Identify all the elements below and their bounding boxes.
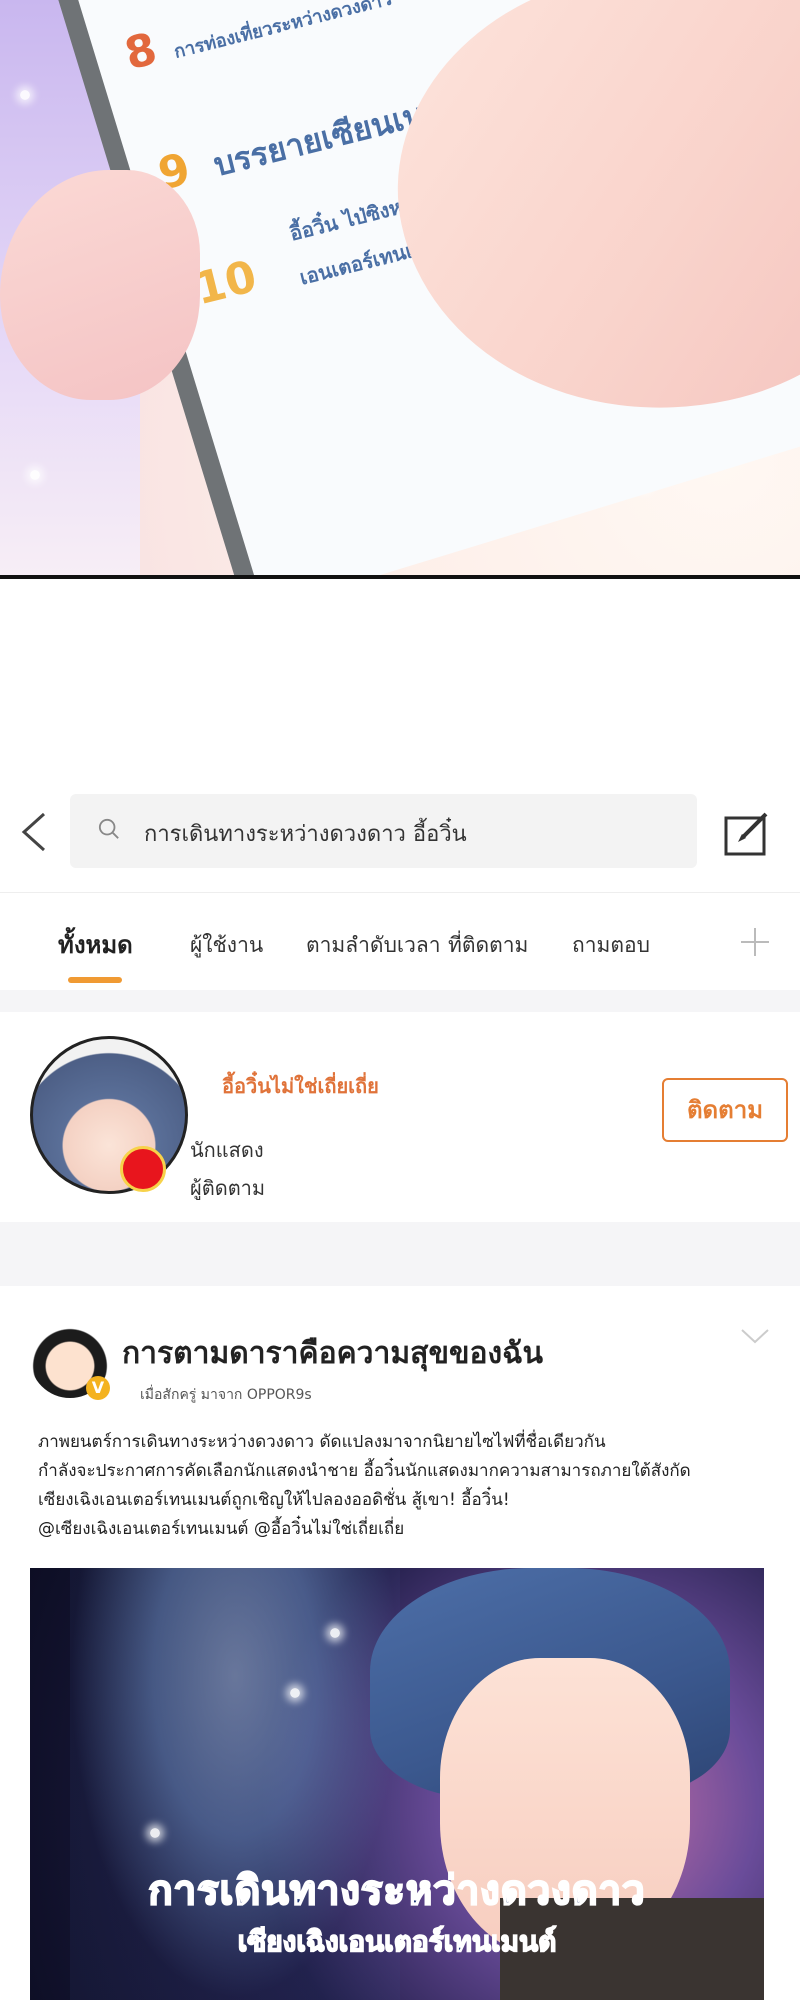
chevron-left-icon bbox=[21, 812, 46, 852]
post-meta: เมื่อสักครู่ มาจาก OPPOR9s bbox=[140, 1387, 312, 1403]
search-query-text: การเดินทางระหว่างดวงดาว อี้อวิ๋น bbox=[144, 822, 467, 847]
post-body-mentions[interactable]: @เซียงเฉิงเอนเตอร์เทนเมนต์ @อี้อวิ๋นไม่ใ… bbox=[38, 1515, 768, 1544]
post-image[interactable]: การเดินทางระหว่างดวงดาว เซียงเฉิงเอนเตอร… bbox=[30, 1568, 764, 2000]
tab-all[interactable]: ทั้งหมด bbox=[58, 925, 133, 964]
image-title: การเดินทางระหว่างดวงดาว bbox=[147, 1867, 646, 1915]
filter-tabs: ทั้งหมด ผู้ใช้งาน ตามลำดับเวลา ที่ติดตาม… bbox=[0, 893, 800, 989]
sparkle bbox=[20, 90, 30, 100]
search-header: การเดินทางระหว่างดวงดาว อี้อวิ๋น bbox=[0, 772, 800, 893]
post-author-name[interactable]: การตามดาราคือความสุขของฉัน bbox=[122, 1330, 543, 1377]
sparkle bbox=[330, 1628, 340, 1638]
search-input[interactable]: การเดินทางระหว่างดวงดาว อี้อวิ๋น bbox=[70, 794, 697, 868]
user-role: นักแสดง bbox=[190, 1138, 264, 1162]
post-body-line: ภาพยนตร์การเดินทางระหว่างดวงดาว ดัดแปลงม… bbox=[38, 1432, 606, 1452]
tab-users[interactable]: ผู้ใช้งาน bbox=[190, 929, 263, 962]
plus-icon bbox=[741, 928, 769, 956]
image-subtitle: เซียงเฉิงเอนเตอร์เทนเมนต์ bbox=[237, 1924, 557, 1959]
sparkle bbox=[290, 1688, 300, 1698]
badge-icon bbox=[120, 1146, 166, 1192]
user-followers-label: ผู้ติดตาม bbox=[190, 1176, 266, 1200]
follow-button[interactable]: ติดตาม bbox=[662, 1078, 788, 1142]
section-divider bbox=[0, 990, 800, 1012]
search-icon bbox=[98, 818, 119, 839]
verified-icon: V bbox=[86, 1376, 110, 1400]
post-body: ภาพยนตร์การเดินทางระหว่างดวงดาว ดัดแปลงม… bbox=[38, 1428, 768, 1544]
add-tab-button[interactable] bbox=[740, 913, 770, 967]
tab-qa[interactable]: ถามตอบ bbox=[572, 929, 650, 962]
active-tab-indicator bbox=[68, 977, 122, 983]
back-button[interactable] bbox=[18, 810, 58, 860]
post-options-button[interactable] bbox=[740, 1326, 770, 1356]
sparkle bbox=[30, 470, 40, 480]
section-divider bbox=[0, 1222, 800, 1286]
post-body-line: เซียงเฉิงเอนเตอร์เทนเมนต์ถูกเชิญให้ไปลอง… bbox=[38, 1490, 510, 1510]
edit-icon bbox=[724, 812, 768, 856]
comic-panel-top: 8 การท่องเที่ยวระหว่างดวงดาว 9 บรรยายเซี… bbox=[0, 0, 800, 575]
tab-chronological[interactable]: ตามลำดับเวลา bbox=[306, 929, 441, 962]
sparkle bbox=[150, 1828, 160, 1838]
user-result-card[interactable]: อี้อวิ๋นไม่ใช่เถี่ยเถี่ย นักแสดง ผู้ติดต… bbox=[0, 1012, 800, 1222]
compose-button[interactable] bbox=[722, 808, 772, 858]
user-name[interactable]: อี้อวิ๋นไม่ใช่เถี่ยเถี่ย bbox=[222, 1070, 379, 1102]
panel-border bbox=[0, 575, 800, 579]
post-body-line: กำลังจะประกาศการคัดเลือกนักแสดงนำชาย อี้… bbox=[38, 1461, 691, 1481]
tab-following[interactable]: ที่ติดตาม bbox=[448, 929, 528, 962]
chevron-down-icon bbox=[741, 1329, 769, 1344]
